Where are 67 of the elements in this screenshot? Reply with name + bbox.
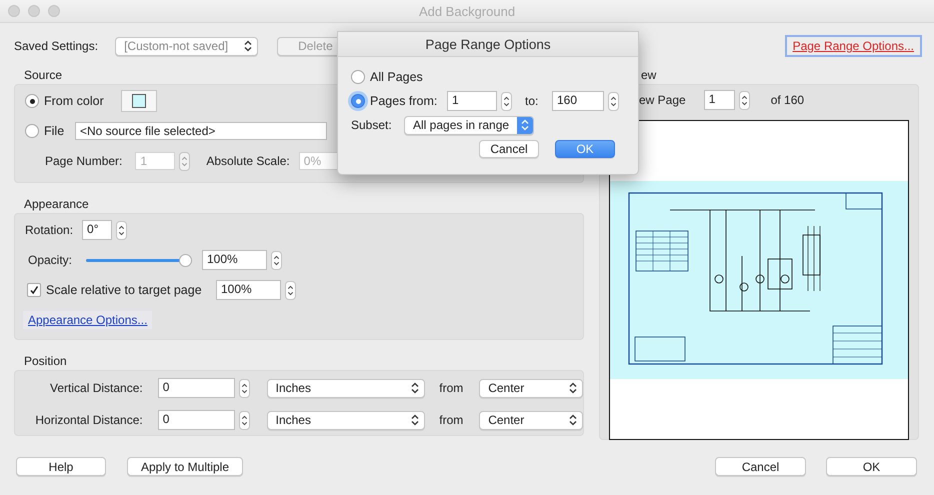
stepper-control[interactable] xyxy=(608,92,619,110)
unit-dropdown[interactable]: Inches xyxy=(266,410,426,430)
radio-label: All Pages xyxy=(370,70,423,84)
anchor-dropdown[interactable]: Center xyxy=(479,410,584,430)
stepper-control[interactable] xyxy=(238,378,250,398)
opacity-field[interactable]: 100% xyxy=(202,250,267,270)
stepper-control[interactable] xyxy=(271,250,282,270)
field-label: Rotation: xyxy=(25,223,74,237)
field-label: ew Page xyxy=(639,93,686,107)
field-label: Vertical Distance: xyxy=(49,381,143,395)
radio-label: Pages from: xyxy=(370,94,438,108)
stepper-control[interactable] xyxy=(238,410,250,430)
color-picker-button[interactable] xyxy=(120,90,157,112)
updown-arrows-icon xyxy=(521,119,529,131)
anchor-dropdown[interactable]: Center xyxy=(479,378,584,398)
saved-settings-dropdown[interactable]: [Custom-not saved] xyxy=(115,36,258,56)
field-label: Saved Settings: xyxy=(14,39,98,53)
radio-button[interactable] xyxy=(25,94,39,108)
from-page-field[interactable]: 1 xyxy=(447,91,497,111)
updown-arrows-icon xyxy=(569,382,578,394)
field-label: Subset: xyxy=(351,118,393,132)
section-heading: ew xyxy=(641,68,656,82)
checkbox[interactable] xyxy=(27,283,41,297)
preview-page-field[interactable]: 1 xyxy=(704,90,735,110)
page-range-options-link[interactable]: Page Range Options... xyxy=(784,35,922,57)
updown-arrows-icon xyxy=(411,382,420,394)
updown-arrows-icon xyxy=(569,414,578,426)
stepper-control[interactable] xyxy=(116,220,128,240)
dialog-title: Page Range Options xyxy=(425,36,551,52)
field-label: Opacity: xyxy=(28,253,74,267)
opacity-slider[interactable] xyxy=(86,254,192,266)
field-label: to: xyxy=(525,94,540,108)
radio-label: From color xyxy=(44,94,104,108)
ok-button[interactable]: OK xyxy=(826,457,917,476)
field-label: Page Number: xyxy=(45,154,122,168)
radio-button[interactable] xyxy=(351,70,365,84)
cancel-button[interactable]: Cancel xyxy=(715,457,806,476)
section-heading: Appearance xyxy=(24,197,89,211)
window-title: Add Background xyxy=(418,4,516,18)
distance-field[interactable]: 0 xyxy=(158,410,235,430)
stepper-control[interactable] xyxy=(501,92,512,110)
field-label: from xyxy=(439,413,464,427)
field-label: from xyxy=(439,381,464,395)
cancel-button[interactable]: Cancel xyxy=(479,140,539,158)
stepper-control[interactable] xyxy=(738,90,750,110)
updown-arrows-icon xyxy=(244,40,252,52)
unit-dropdown[interactable]: Inches xyxy=(266,378,426,398)
field-label: Absolute Scale: xyxy=(206,154,290,168)
radio-button[interactable] xyxy=(25,124,39,138)
scale-field[interactable]: 100% xyxy=(216,280,281,300)
radio-button[interactable] xyxy=(351,94,365,108)
apply-to-multiple-button[interactable]: Apply to Multiple xyxy=(127,457,243,476)
stepper-control[interactable] xyxy=(285,280,296,300)
to-page-field[interactable]: 160 xyxy=(552,91,604,111)
appearance-options-link[interactable]: Appearance Options... xyxy=(23,311,152,329)
section-heading: Position xyxy=(24,354,67,368)
help-button[interactable]: Help xyxy=(16,457,106,476)
checkbox-label: Scale relative to target page xyxy=(46,283,203,297)
section-heading: Source xyxy=(24,68,62,82)
subset-dropdown[interactable]: All pages in range xyxy=(404,116,534,134)
rotation-field[interactable]: 0° xyxy=(82,220,112,240)
radio-label: File xyxy=(44,124,66,138)
source-file-field[interactable]: <No source file selected> xyxy=(75,122,327,140)
field-label: Horizontal Distance: xyxy=(34,413,143,427)
page-count: of 160 xyxy=(770,93,804,107)
distance-field[interactable]: 0 xyxy=(158,378,235,398)
updown-arrows-icon xyxy=(411,414,420,426)
